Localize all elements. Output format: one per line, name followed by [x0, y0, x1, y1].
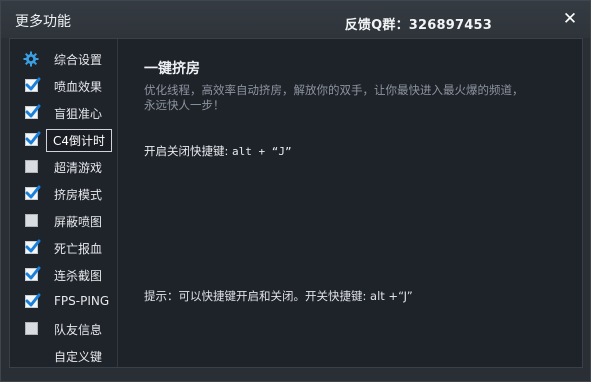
sidebar-item[interactable]: 喷血效果 [10, 74, 118, 98]
checkbox-checked[interactable] [25, 77, 41, 92]
sidebar-item[interactable]: C4倒计时 [10, 128, 118, 152]
feature-heading: 一键挤房 [144, 61, 200, 77]
sidebar-item-label: 盲狙准心 [54, 107, 103, 121]
check-icon [25, 185, 41, 199]
checkbox-unchecked[interactable] [25, 322, 38, 335]
hotkey-line: 开启关闭快捷键: alt + “J” [144, 143, 292, 159]
main-panel: 综合设置喷血效果盲狙准心 C4倒计时超清游戏挤房模式屏蔽喷图死亡报血连杀截图 FPS… [9, 38, 583, 368]
check-icon [25, 266, 41, 280]
checkbox-checked[interactable] [25, 266, 41, 281]
sidebar-item-label: 挤房模式 [54, 188, 103, 202]
check-icon [25, 239, 41, 253]
more-features-window: 更多功能 反馈Q群：326897453 ✕ 综合设置喷血效果盲狙准心 C4倒计时超… [0, 0, 591, 382]
checkbox-checked[interactable] [25, 293, 41, 308]
close-button[interactable]: ✕ [561, 10, 579, 28]
checkbox-checked[interactable] [25, 104, 41, 119]
sidebar-item-label: 综合设置 [54, 53, 103, 67]
sidebar-item[interactable]: FPS-PING [10, 290, 118, 314]
checkbox-checked[interactable] [25, 239, 41, 254]
hotkey-label: 开启关闭快捷键: [144, 144, 229, 158]
sidebar-item-label: 屏蔽喷图 [54, 215, 103, 229]
checkbox-unchecked[interactable] [25, 160, 38, 173]
checkbox-checked[interactable] [25, 131, 41, 146]
sidebar-item-label: 队友信息 [54, 323, 103, 337]
sidebar-item[interactable]: 队友信息 [10, 317, 118, 341]
feature-description: 优化线程，高效率自动挤房，解放你的双手，让你最快进入最火爆的频道，永远快人一步！ [144, 83, 524, 112]
sidebar-item-label: 喷血效果 [54, 80, 103, 94]
sidebar-item[interactable]: 连杀截图 [10, 263, 118, 287]
sidebar-item-label: 连杀截图 [54, 269, 103, 283]
sidebar-item[interactable]: 超清游戏 [10, 155, 118, 179]
sidebar-item[interactable]: 死亡报血 [10, 236, 118, 260]
check-icon [25, 104, 41, 118]
sidebar-item-label: FPS-PING [54, 294, 110, 308]
sidebar-item[interactable]: 挤房模式 [10, 182, 118, 206]
hotkey-value: alt + “J” [232, 145, 292, 158]
sidebar-item-label: 超清游戏 [54, 161, 103, 175]
sidebar-item[interactable]: 盲狙准心 [10, 101, 118, 125]
checkbox-unchecked[interactable] [25, 214, 38, 227]
close-icon: ✕ [562, 9, 578, 29]
sidebar: 综合设置喷血效果盲狙准心 C4倒计时超清游戏挤房模式屏蔽喷图死亡报血连杀截图 FPS… [10, 39, 118, 367]
sidebar-item[interactable]: 综合设置 [10, 47, 118, 71]
feedback-qq-group: 反馈Q群：326897453 [344, 18, 492, 33]
check-icon [25, 131, 41, 145]
check-icon [25, 293, 41, 307]
sidebar-item-label: 自定义键 [54, 350, 103, 364]
check-icon [25, 77, 41, 91]
sidebar-item-label: C4倒计时 [46, 129, 113, 152]
sidebar-item-label: 死亡报血 [54, 242, 103, 256]
sidebar-item[interactable]: 屏蔽喷图 [10, 209, 118, 233]
sidebar-item[interactable]: 自定义键 [10, 344, 118, 368]
gear-icon [23, 51, 39, 67]
tip-text: 提示：可以快捷键开启和关闭。开关快捷键: alt +“J” [144, 289, 413, 303]
window-title: 更多功能 [15, 14, 71, 30]
checkbox-checked[interactable] [25, 185, 41, 200]
title-bar[interactable]: 更多功能 反馈Q群：326897453 ✕ [1, 1, 590, 38]
feature-detail: 一键挤房 优化线程，高效率自动挤房，解放你的双手，让你最快进入最火爆的频道，永远… [118, 39, 582, 367]
